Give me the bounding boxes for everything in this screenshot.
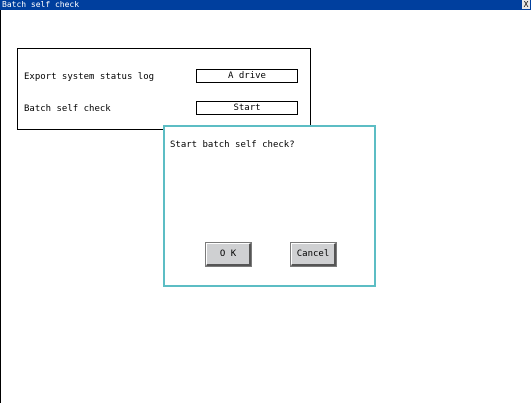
dialog-message: Start batch self check? (170, 140, 295, 150)
close-icon[interactable]: X (522, 0, 530, 9)
export-destination-button[interactable]: A drive (196, 69, 298, 83)
settings-panel: Export system status log A drive Batch s… (17, 48, 311, 130)
window-left-border (0, 10, 1, 403)
window-title: Batch self check (2, 0, 80, 9)
cancel-button[interactable]: Cancel (291, 243, 336, 266)
export-status-log-label: Export system status log (24, 72, 155, 82)
title-bar: Batch self check X (0, 0, 531, 10)
start-button[interactable]: Start (196, 101, 298, 115)
confirm-dialog: Start batch self check? O K Cancel (163, 125, 376, 287)
ok-button[interactable]: O K (206, 243, 251, 266)
batch-self-check-label: Batch self check (24, 104, 111, 114)
screen: Batch self check X Export system status … (0, 0, 531, 403)
